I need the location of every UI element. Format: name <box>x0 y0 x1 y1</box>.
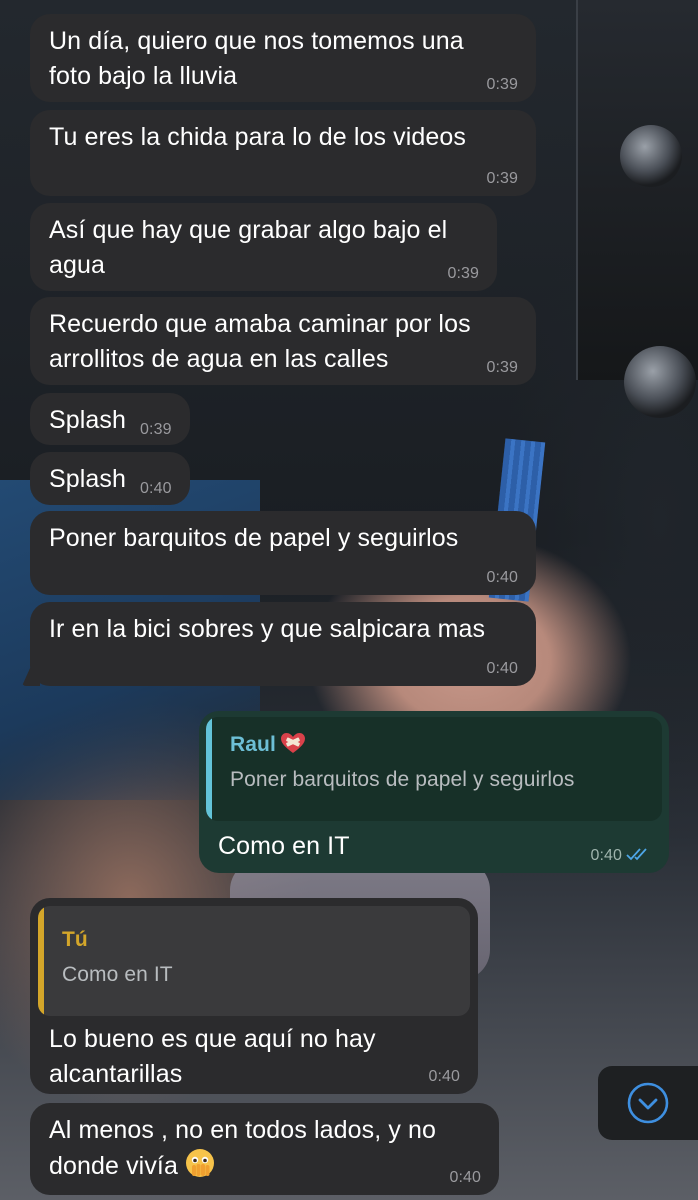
message-bubble[interactable]: Al menos , no en todos lados, y no donde… <box>30 1103 499 1195</box>
quoted-author: Raul <box>230 731 646 759</box>
message-time: 0:39 <box>447 265 479 282</box>
quoted-reply[interactable]: Raul Poner barquitos de papel y seguirlo… <box>206 717 662 821</box>
quoted-text: Poner barquitos de papel y seguirlos <box>230 768 575 791</box>
message-bubble[interactable]: Un día, quiero que nos tomemos una foto … <box>30 14 536 102</box>
message-time: 0:39 <box>486 170 518 187</box>
quoted-author: Tú <box>62 928 88 951</box>
message-text: Splash <box>49 465 127 493</box>
message-text: Como en IT <box>218 832 350 860</box>
message-bubble[interactable]: Así que hay que grabar algo bajo el agua… <box>30 203 497 291</box>
message-bubble[interactable]: Tu eres la chida para lo de los videos 0… <box>30 110 536 196</box>
mending-heart-icon <box>280 733 305 753</box>
message-time: 0:39 <box>486 359 518 376</box>
message-bubble-outgoing[interactable]: Raul Poner barquitos de papel y seguirlo… <box>199 711 669 873</box>
face-with-hand-over-mouth-emoji-icon <box>185 1149 214 1177</box>
message-bubble[interactable]: Poner barquitos de papel y seguirlos 0:4… <box>30 511 536 595</box>
chevron-down-circle-icon <box>627 1082 669 1124</box>
message-bubble[interactable]: Tú Como en IT Lo bueno es que aquí no ha… <box>30 898 478 1094</box>
message-bubble[interactable]: Splash 0:40 <box>30 452 190 505</box>
message-time: 0:40 <box>486 660 518 677</box>
double-check-icon <box>626 848 647 861</box>
wallpaper-knob <box>620 125 682 187</box>
message-time: 0:40 <box>140 480 172 497</box>
quoted-text: Como en IT <box>62 963 173 986</box>
message-time: 0:39 <box>140 421 172 438</box>
message-time: 0:39 <box>486 76 518 93</box>
message-bubble[interactable]: Recuerdo que amaba caminar por los arrol… <box>30 297 536 385</box>
message-time: 0:40 <box>449 1169 481 1186</box>
wallpaper-console <box>576 0 698 380</box>
message-text: Recuerdo que amaba caminar por los arrol… <box>49 310 471 373</box>
scroll-to-bottom-button[interactable] <box>598 1066 698 1140</box>
message-text: Poner barquitos de papel y seguirlos <box>49 524 459 552</box>
message-text: Lo bueno es que aquí no hay alcantarilla… <box>49 1025 376 1088</box>
message-text: Un día, quiero que nos tomemos una foto … <box>49 27 464 90</box>
message-text: Splash <box>49 406 127 434</box>
message-bubble[interactable]: Ir en la bici sobres y que salpicara mas… <box>22 602 536 686</box>
message-text: Así que hay que grabar algo bajo el agua <box>49 216 448 279</box>
quoted-reply[interactable]: Tú Como en IT <box>38 906 470 1016</box>
message-bubble[interactable]: Splash 0:39 <box>30 393 190 445</box>
message-time: 0:40 <box>590 838 650 873</box>
message-time: 0:40 <box>486 569 518 586</box>
message-time: 0:40 <box>428 1068 460 1085</box>
message-text: Al menos , no en todos lados, y no donde… <box>49 1116 436 1180</box>
message-text: Ir en la bici sobres y que salpicara mas <box>49 615 486 643</box>
message-text: Tu eres la chida para lo de los videos <box>49 123 466 151</box>
wallpaper-knob <box>624 346 696 418</box>
